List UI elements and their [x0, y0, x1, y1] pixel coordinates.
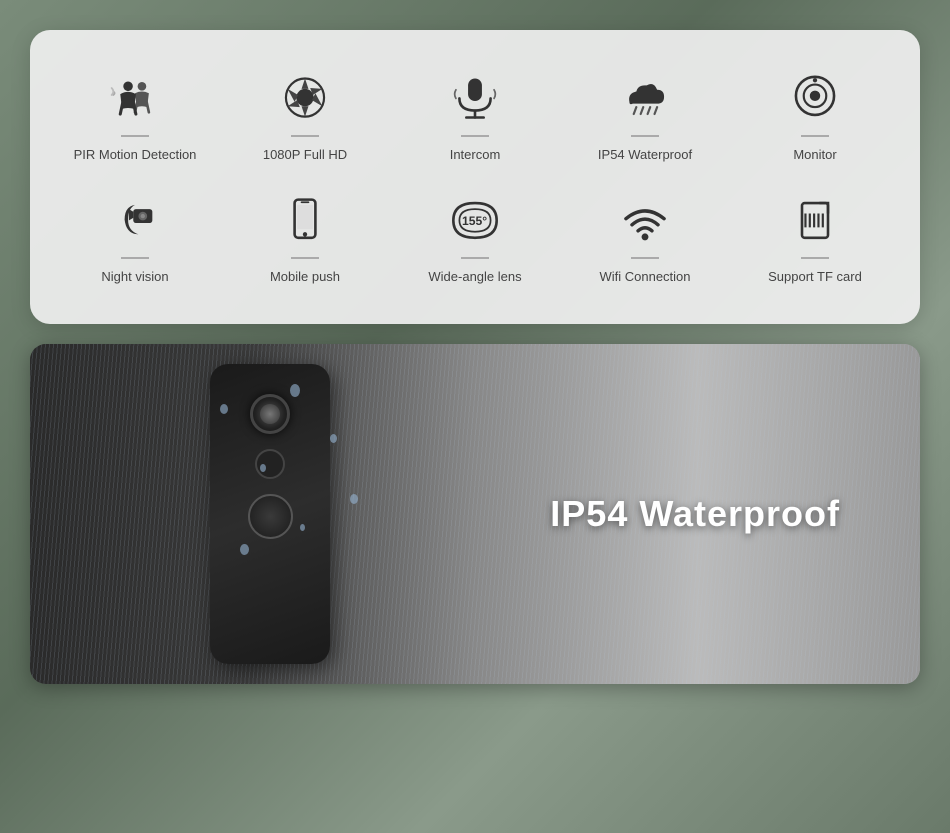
- feature-divider: [631, 257, 659, 259]
- feature-divider: [801, 257, 829, 259]
- feature-divider: [291, 257, 319, 259]
- feature-monitor: Monitor: [730, 60, 900, 172]
- feature-divider: [801, 135, 829, 137]
- fullhd-icon: [275, 70, 335, 125]
- feature-divider: [461, 135, 489, 137]
- wideangle-label: Wide-angle lens: [428, 269, 521, 284]
- waterproof-icon: [615, 70, 675, 125]
- page-wrapper: PIR Motion Detection 1080P Full HD: [0, 0, 950, 704]
- features-card: PIR Motion Detection 1080P Full HD: [30, 30, 920, 324]
- feature-mobilepush: Mobile push: [220, 182, 390, 294]
- waterproof-label: IP54 Waterproof: [550, 493, 840, 535]
- water-drops: [200, 344, 360, 684]
- fullhd-label: 1080P Full HD: [263, 147, 347, 162]
- tfcard-icon: [785, 192, 845, 247]
- intercom-label: Intercom: [450, 147, 501, 162]
- feature-waterproof: IP54 Waterproof: [560, 60, 730, 172]
- feature-pir-motion: PIR Motion Detection: [50, 60, 220, 172]
- intercom-icon: [445, 70, 505, 125]
- pir-motion-icon: [105, 70, 165, 125]
- wifi-label: Wifi Connection: [599, 269, 690, 284]
- wideangle-icon: 155°: [445, 192, 505, 247]
- mobilepush-label: Mobile push: [270, 269, 340, 284]
- monitor-icon: [785, 70, 845, 125]
- feature-wideangle: 155° Wide-angle lens: [390, 182, 560, 294]
- mobilepush-icon: [275, 192, 335, 247]
- nightvision-label: Night vision: [101, 269, 168, 284]
- feature-divider: [121, 257, 149, 259]
- feature-divider: [461, 257, 489, 259]
- feature-divider: [121, 135, 149, 137]
- monitor-label: Monitor: [793, 147, 836, 162]
- svg-text:155°: 155°: [462, 213, 487, 227]
- feature-intercom: Intercom: [390, 60, 560, 172]
- feature-fullhd: 1080P Full HD: [220, 60, 390, 172]
- tfcard-label: Support TF card: [768, 269, 862, 284]
- wifi-icon: [615, 192, 675, 247]
- feature-divider: [631, 135, 659, 137]
- feature-tfcard: Support TF card: [730, 182, 900, 294]
- feature-divider: [291, 135, 319, 137]
- feature-nightvision: Night vision: [50, 182, 220, 294]
- waterproof-label: IP54 Waterproof: [598, 147, 692, 162]
- waterproof-section: IP54 Waterproof: [30, 344, 920, 684]
- nightvision-icon: [105, 192, 165, 247]
- pir-motion-label: PIR Motion Detection: [74, 147, 197, 162]
- feature-wifi: Wifi Connection: [560, 182, 730, 294]
